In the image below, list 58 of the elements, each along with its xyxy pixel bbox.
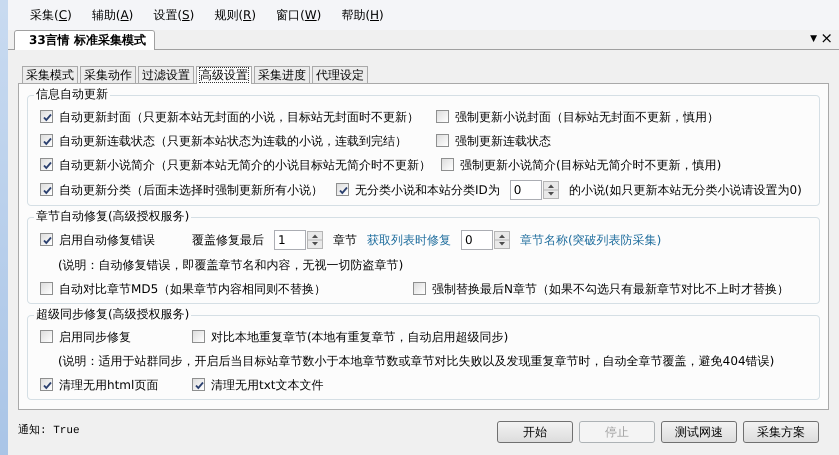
link-text: 获取列表时修复 bbox=[367, 232, 451, 248]
tab[interactable]: 过滤设置 bbox=[138, 66, 194, 83]
checkbox[interactable]: 对比本地重复章节(本地有重复章节，自动启用超级同步) bbox=[192, 330, 508, 344]
group-title: 超级同步修复(高级授权服务) bbox=[34, 307, 192, 322]
label-text: 章节 bbox=[333, 232, 357, 248]
checkbox[interactable]: 自动更新分类（后面未选择时强制更新所有小说） bbox=[40, 182, 326, 198]
checkbox[interactable]: 启用自动修复错误 bbox=[40, 232, 182, 248]
checkbox[interactable]: 强制更新小说简介(目标站无简介时不更新，慎用) bbox=[441, 158, 722, 172]
check-icon bbox=[41, 159, 54, 172]
checkbox[interactable]: 清理无用txt文本文件 bbox=[192, 378, 324, 392]
menu-item[interactable]: 辅助(A) bbox=[82, 6, 144, 24]
check-icon bbox=[41, 184, 54, 198]
checkbox[interactable]: 强制更新连载状态 bbox=[436, 134, 551, 148]
spinner-icon[interactable] bbox=[542, 181, 559, 199]
check-icon bbox=[41, 135, 54, 148]
checkbox[interactable]: 自动更新封面（只更新本站无封面的小说，目标站无封面时不更新） bbox=[40, 110, 426, 124]
checkbox[interactable]: 强制更新小说封面（目标站无封面不更新，慎用） bbox=[436, 110, 719, 124]
group-title: 章节自动修复(高级授权服务) bbox=[34, 209, 192, 224]
checkbox[interactable]: 清理无用html页面 bbox=[40, 378, 182, 392]
number-field[interactable]: 0 bbox=[461, 230, 493, 250]
action-button[interactable]: 开始 bbox=[497, 421, 573, 443]
check-icon bbox=[41, 379, 54, 392]
number-field[interactable]: 1 bbox=[274, 230, 306, 250]
number-field[interactable]: 0 bbox=[510, 180, 542, 200]
note-text: (说明：自动修复错误，即覆盖章节名和内容，无视一切防盗章节) bbox=[57, 258, 404, 272]
action-button[interactable]: 测试网速 bbox=[661, 421, 737, 443]
menu-item[interactable]: 采集(C) bbox=[20, 6, 82, 24]
menu-item[interactable]: 规则(R) bbox=[204, 6, 266, 24]
checkbox[interactable]: 自动更新小说简介（只更新本站无简介的小说目标站无简介时不更新） bbox=[40, 158, 431, 172]
label-text: 的小说(如只更新本站无分类小说请设置为0) bbox=[568, 182, 802, 198]
menu-item[interactable]: 帮助(H) bbox=[331, 6, 394, 24]
label-text: 覆盖修复最后 bbox=[192, 232, 264, 248]
tab[interactable]: 采集动作 bbox=[80, 66, 136, 83]
status-text: 通知: True bbox=[18, 425, 81, 439]
tab[interactable]: 采集进度 bbox=[254, 66, 310, 83]
checkbox[interactable]: 启用同步修复 bbox=[40, 330, 182, 344]
document-tab[interactable]: 33言情 标准采集模式 bbox=[14, 30, 155, 50]
note-text: (说明：适用于站群同步，开启后当目标站章节数小于本地章节数或章节对比失败以及发现重复章节时，自动全章节覆盖，避免404错误) bbox=[57, 354, 774, 368]
action-button[interactable]: 采集方案 bbox=[743, 421, 819, 443]
group-title: 信息自动更新 bbox=[34, 87, 110, 102]
spinner-icon[interactable] bbox=[494, 231, 510, 249]
check-icon bbox=[41, 111, 54, 124]
checkbox[interactable]: 自动对比章节MD5（如果章节内容相同则不替换） bbox=[40, 282, 403, 296]
link-text: 章节名称(突破列表防采集) bbox=[520, 232, 662, 248]
check-icon bbox=[193, 379, 206, 392]
checkbox[interactable]: 自动更新连载状态（只更新本站状态为连载的小说，连载到完结） bbox=[40, 134, 426, 148]
dropdown-icon[interactable]: ▼ bbox=[810, 34, 817, 45]
tab[interactable]: 采集模式 bbox=[22, 66, 78, 83]
checkbox[interactable]: 强制替换最后N章节（如果不勾选只有最新章节对比不上时才替换） bbox=[413, 282, 789, 296]
spinner-icon[interactable] bbox=[307, 231, 323, 249]
close-icon[interactable]: × bbox=[820, 29, 833, 47]
menu-item[interactable]: 窗口(W) bbox=[266, 6, 332, 24]
tab[interactable]: 高级设置 bbox=[196, 66, 252, 84]
check-icon bbox=[337, 184, 350, 198]
check-icon bbox=[41, 234, 54, 248]
tab[interactable]: 代理设定 bbox=[312, 66, 368, 83]
checkbox[interactable]: 无分类小说和本站分类ID为 bbox=[336, 182, 500, 198]
menu-item[interactable]: 设置(S) bbox=[143, 6, 204, 24]
